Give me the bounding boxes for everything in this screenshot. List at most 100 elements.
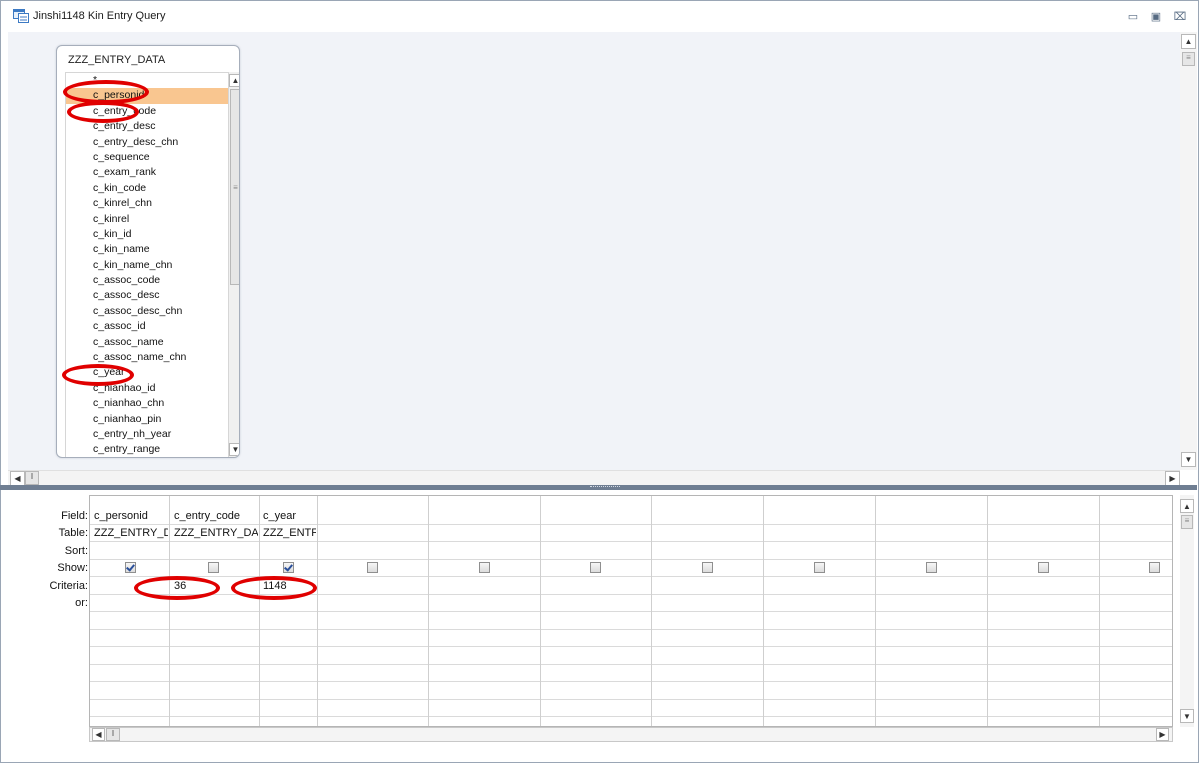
field-item[interactable]: c_assoc_desc_chn xyxy=(66,304,229,319)
scroll-left-icon[interactable]: ◀ xyxy=(92,728,105,741)
field-cell[interactable]: c_personid xyxy=(94,510,168,522)
hscroll-thumb[interactable]: ‖ xyxy=(106,728,120,741)
grid-line xyxy=(90,664,1172,665)
grid-line xyxy=(169,496,170,726)
table-cell[interactable]: ZZZ_ENTRY_DA xyxy=(174,527,258,539)
show-checkbox[interactable] xyxy=(367,562,378,573)
field-item[interactable]: c_entry_desc_chn xyxy=(66,135,229,150)
grid-line xyxy=(90,594,1172,595)
scroll-left-icon[interactable]: ◀ xyxy=(10,471,25,486)
field-item[interactable]: c_year xyxy=(66,365,229,380)
table-cell[interactable]: ZZZ_ENTF xyxy=(263,527,316,539)
field-item[interactable]: c_entry_nh_year xyxy=(66,427,229,442)
scroll-down-icon[interactable]: ▼ xyxy=(1181,452,1196,467)
scroll-down-icon[interactable]: ▼ xyxy=(229,443,239,456)
splitter-grip[interactable] xyxy=(590,486,620,489)
title-bar[interactable]: Jinshi1148 Kin Entry Query ▭ ▣ ⌧ xyxy=(1,1,1198,33)
show-checkbox[interactable] xyxy=(814,562,825,573)
show-row-label: Show: xyxy=(57,562,88,574)
grid-line xyxy=(90,611,1172,612)
field-item[interactable]: c_nianhao_chn xyxy=(66,396,229,411)
show-checkbox[interactable] xyxy=(926,562,937,573)
field-item[interactable]: c_assoc_name_chn xyxy=(66,350,229,365)
field-cell[interactable]: c_entry_code xyxy=(174,510,258,522)
grid-vertical-scrollbar[interactable]: ▲ ≡ ▼ xyxy=(1180,495,1194,727)
close-icon[interactable]: ⌧ xyxy=(1171,9,1189,25)
show-checkbox[interactable] xyxy=(590,562,601,573)
grid-line xyxy=(90,576,1172,577)
diagram-horizontal-scrollbar[interactable]: ◀ ‖ ▶ xyxy=(8,470,1180,486)
scroll-up-icon[interactable]: ▲ xyxy=(1181,34,1196,49)
table-row-label: Table: xyxy=(58,527,88,539)
grid-horizontal-scrollbar[interactable]: ◀ ‖ ▶ xyxy=(89,727,1173,742)
grid-line xyxy=(90,559,1172,560)
scroll-thumb[interactable]: ≡ xyxy=(1182,52,1195,66)
grid-line xyxy=(90,646,1172,647)
table-field-list-box[interactable]: ZZZ_ENTRY_DATA * c_personid c_entry_code… xyxy=(56,45,240,458)
grid-line xyxy=(90,541,1172,542)
restore-icon[interactable]: ▣ xyxy=(1147,9,1165,25)
field-item[interactable]: c_exam_rank xyxy=(66,165,229,180)
grid-line xyxy=(90,524,1172,525)
table-name: ZZZ_ENTRY_DATA xyxy=(68,54,166,66)
diagram-vertical-scrollbar[interactable]: ▲ ≡ ▼ xyxy=(1180,32,1197,470)
scroll-right-icon[interactable]: ▶ xyxy=(1165,471,1180,486)
field-item[interactable]: c_kin_code xyxy=(66,181,229,196)
grid-line xyxy=(763,496,764,726)
criteria-row-label: Criteria: xyxy=(49,580,88,592)
grid-line xyxy=(90,681,1172,682)
field-item[interactable]: c_assoc_code xyxy=(66,273,229,288)
field-item[interactable]: c_kin_name_chn xyxy=(66,258,229,273)
grid-line xyxy=(875,496,876,726)
field-list-scrollbar[interactable]: ▲ ≡ ▼ xyxy=(228,72,239,457)
field-cell[interactable]: c_year xyxy=(263,510,316,522)
window-title: Jinshi1148 Kin Entry Query xyxy=(33,10,166,22)
criteria-cell[interactable]: 1148 xyxy=(263,580,316,592)
grid-line xyxy=(90,699,1172,700)
grid-line xyxy=(90,629,1172,630)
field-item[interactable]: c_entry_code xyxy=(66,104,229,119)
or-row-label: or: xyxy=(75,597,88,609)
field-item[interactable]: c_personid xyxy=(66,88,229,104)
grid-line xyxy=(540,496,541,726)
minimize-icon[interactable]: ▭ xyxy=(1124,9,1142,25)
field-item[interactable]: c_assoc_id xyxy=(66,319,229,334)
show-checkbox[interactable] xyxy=(1038,562,1049,573)
show-checkbox[interactable] xyxy=(1149,562,1160,573)
show-checkbox[interactable] xyxy=(125,562,136,573)
show-checkbox[interactable] xyxy=(208,562,219,573)
scroll-right-icon[interactable]: ▶ xyxy=(1156,728,1169,741)
grid-line xyxy=(1099,496,1100,726)
field-item[interactable]: c_assoc_desc xyxy=(66,288,229,303)
field-item[interactable]: c_entry_desc xyxy=(66,119,229,134)
field-item[interactable]: c_kin_name xyxy=(66,242,229,257)
query-design-grid[interactable]: c_personid ZZZ_ENTRY_D c_entry_code ZZZ_… xyxy=(89,495,1173,727)
field-item[interactable]: c_assoc_name xyxy=(66,335,229,350)
field-item[interactable]: c_nianhao_pin xyxy=(66,412,229,427)
field-item[interactable]: c_kinrel_chn xyxy=(66,196,229,211)
show-checkbox[interactable] xyxy=(479,562,490,573)
field-item[interactable]: * xyxy=(66,73,229,88)
scroll-thumb[interactable]: ≡ xyxy=(1181,515,1193,529)
scroll-down-icon[interactable]: ▼ xyxy=(1180,709,1194,723)
field-item[interactable]: c_kinrel xyxy=(66,212,229,227)
field-list[interactable]: * c_personid c_entry_code c_entry_desc c… xyxy=(65,72,229,457)
field-item[interactable]: c_kin_id xyxy=(66,227,229,242)
grid-line xyxy=(90,716,1172,717)
field-item[interactable]: c_nianhao_id xyxy=(66,381,229,396)
field-item[interactable]: c_entry_range xyxy=(66,442,229,457)
show-checkbox[interactable] xyxy=(283,562,294,573)
table-cell[interactable]: ZZZ_ENTRY_D xyxy=(94,527,168,539)
grid-line xyxy=(987,496,988,726)
hscroll-thumb[interactable]: ‖ xyxy=(25,471,39,485)
grid-line xyxy=(428,496,429,726)
show-checkbox[interactable] xyxy=(702,562,713,573)
grid-line xyxy=(259,496,260,726)
scroll-thumb[interactable]: ≡ xyxy=(230,89,239,285)
scroll-up-icon[interactable]: ▲ xyxy=(229,74,239,87)
field-row-label: Field: xyxy=(61,510,88,522)
scroll-up-icon[interactable]: ▲ xyxy=(1180,499,1194,513)
field-item[interactable]: c_sequence xyxy=(66,150,229,165)
grid-line xyxy=(317,496,318,726)
criteria-cell[interactable]: 36 xyxy=(174,580,234,592)
